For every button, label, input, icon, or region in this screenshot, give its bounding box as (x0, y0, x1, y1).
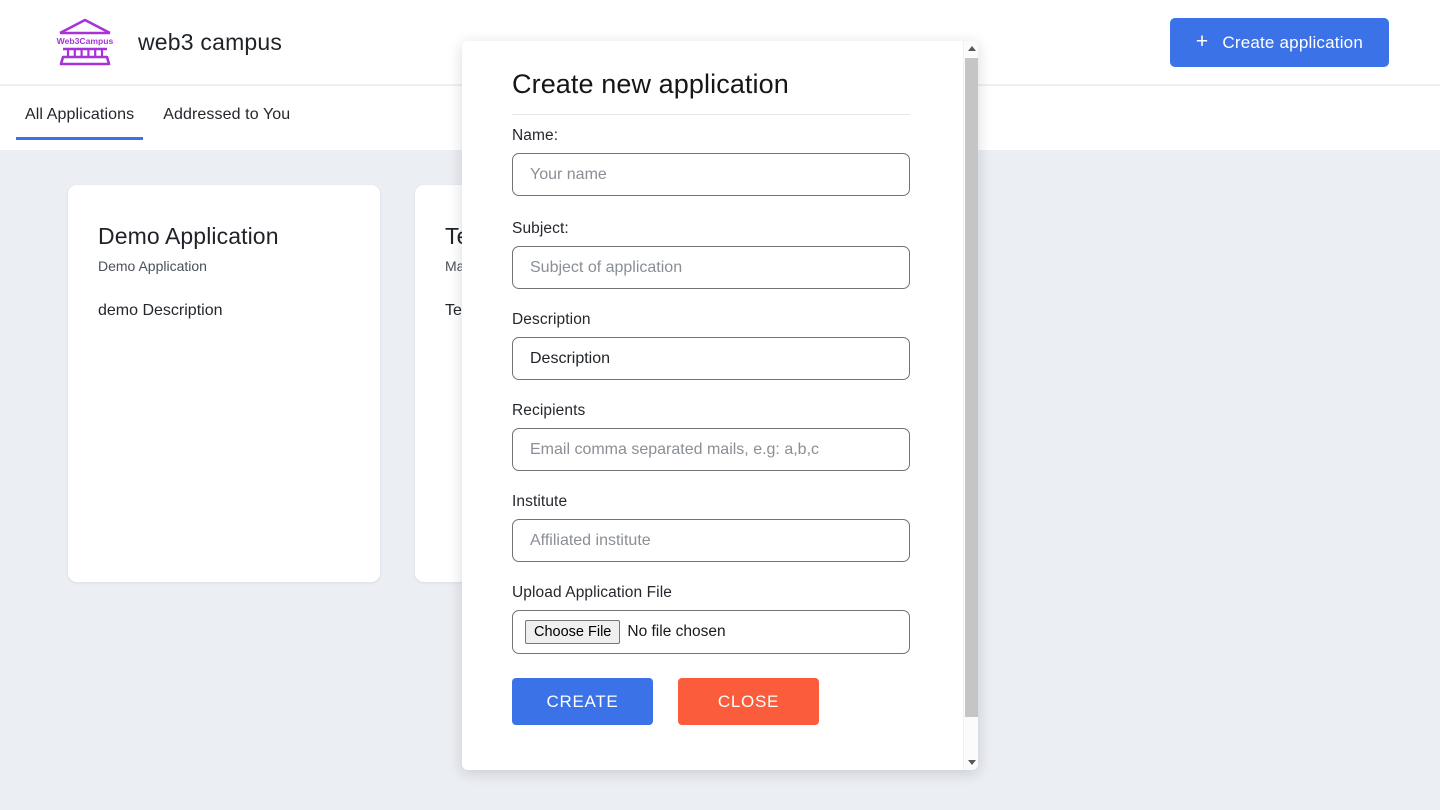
upload-field-label: Upload Application File (512, 584, 672, 601)
tab-all-applications[interactable]: All Applications (15, 106, 144, 140)
institute-field-label: Institute (512, 493, 568, 510)
field-group-subject: Subject: (512, 220, 923, 289)
scrollbar-thumb[interactable] (965, 58, 978, 717)
institute-input[interactable] (512, 519, 910, 562)
field-group-recipients: Recipients (512, 402, 923, 471)
application-card-subtitle: Demo Application (98, 258, 207, 274)
description-input[interactable] (512, 337, 910, 380)
brand-title: web3 campus (138, 28, 283, 55)
plus-icon: + (1195, 30, 1209, 53)
create-application-label: Create application (1222, 32, 1363, 52)
tab-addressed-to-you-label: Addressed to You (163, 106, 291, 123)
name-field-label: Name: (512, 127, 559, 144)
recipients-field-label: Recipients (512, 402, 586, 419)
file-status-text: No file chosen (627, 623, 726, 640)
close-button[interactable]: CLOSE (678, 678, 819, 725)
field-group-name: Name: (512, 127, 923, 196)
modal-title: Create new application (512, 69, 789, 99)
logo-wordmark: Web3Campus (57, 36, 114, 46)
create-application-modal: Create new application Name: Subject: De… (462, 41, 978, 770)
application-card-title: Demo Application (98, 223, 279, 249)
tab-all-applications-label: All Applications (25, 106, 135, 123)
subject-field-label: Subject: (512, 220, 569, 237)
scrollbar-up-arrow-icon[interactable] (964, 41, 978, 56)
application-card[interactable]: Demo Application Demo Application demo D… (68, 185, 380, 582)
scrollbar-down-arrow-icon[interactable] (964, 755, 978, 770)
field-group-description: Description (512, 311, 923, 380)
create-application-button[interactable]: + Create application (1169, 18, 1389, 67)
modal-body: Create new application Name: Subject: De… (462, 41, 963, 770)
modal-scrollbar[interactable] (963, 41, 978, 770)
choose-file-button[interactable]: Choose File (525, 619, 621, 645)
create-button[interactable]: CREATE (512, 678, 653, 725)
tab-addressed-to-you[interactable]: Addressed to You (163, 106, 290, 140)
modal-title-divider (512, 114, 910, 115)
application-card-description: demo Description (98, 302, 223, 319)
name-input[interactable] (512, 153, 910, 196)
subject-input[interactable] (512, 246, 910, 289)
brand: Web3Campus web3 campus (56, 16, 282, 68)
modal-actions: CREATE CLOSE (512, 678, 923, 725)
field-group-upload: Upload Application File Choose File No f… (512, 584, 923, 654)
recipients-input[interactable] (512, 428, 910, 471)
web3campus-logo-icon: Web3Campus (56, 16, 114, 68)
description-field-label: Description (512, 311, 591, 328)
field-group-institute: Institute (512, 493, 923, 562)
file-input[interactable]: Choose File No file chosen (512, 610, 910, 654)
